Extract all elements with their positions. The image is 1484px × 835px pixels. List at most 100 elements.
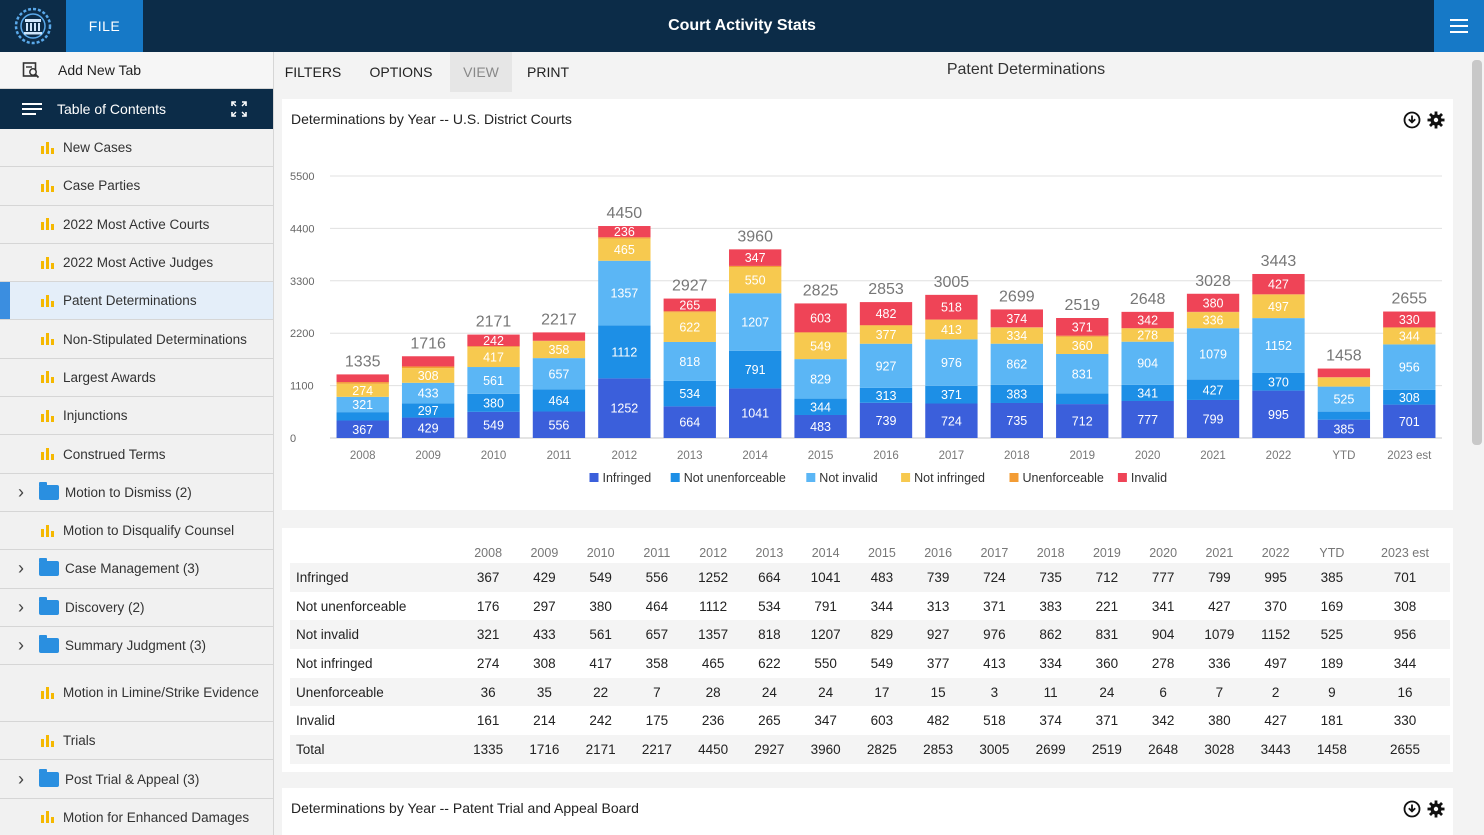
expand-icon[interactable] — [231, 101, 247, 117]
table-cell: 417 — [589, 655, 612, 671]
sidebar-item-label: 2022 Most Active Judges — [63, 255, 214, 271]
total-label: 2519 — [1064, 297, 1100, 314]
total-label: 2655 — [1391, 291, 1427, 308]
sidebar-item[interactable]: › Case Management (3) — [0, 550, 273, 589]
bar-chart-icon — [41, 294, 54, 307]
table-cell: 308 — [533, 655, 556, 671]
sidebar-item[interactable]: Case Parties — [0, 167, 273, 206]
page-title: Patent Determinations — [946, 61, 1106, 78]
bar-segment — [1056, 393, 1109, 405]
y-tick-label: 2200 — [290, 328, 314, 340]
sidebar-item[interactable]: Non-Stipulated Determinations — [0, 320, 273, 359]
table-cell: 2927 — [741, 735, 798, 764]
table-cell: 1041 — [797, 563, 854, 592]
table-cell: 371 — [1095, 713, 1119, 729]
data-label: 549 — [483, 418, 504, 432]
total-label: 1335 — [345, 353, 381, 370]
table-cell: 24 — [741, 677, 798, 707]
total-label: 3443 — [1261, 253, 1297, 270]
column-header: 2009 — [530, 546, 559, 560]
bar-chart-icon — [41, 687, 54, 700]
data-label: 358 — [549, 343, 570, 357]
bar-chart-icon — [41, 448, 54, 461]
sidebar-item[interactable]: Patent Determinations — [0, 282, 273, 321]
table-cell: 622 — [758, 655, 781, 671]
table-cell: 15 — [910, 677, 967, 707]
hamburger-menu-button[interactable] — [1434, 0, 1484, 52]
data-label: 265 — [679, 298, 700, 312]
scrollbar[interactable] — [1472, 60, 1482, 445]
app-logo-icon[interactable] — [0, 0, 66, 52]
table-cell: 330 — [1393, 713, 1417, 729]
file-menu-button[interactable]: FILE — [66, 0, 143, 52]
add-new-tab-button[interactable]: Add New Tab — [0, 52, 273, 89]
column-header: 2017 — [980, 546, 1009, 560]
toc-label: Table of Contents — [57, 101, 166, 117]
table-cell: 1079 — [1191, 620, 1248, 650]
sidebar-item[interactable]: Motion to Disqualify Counsel — [0, 512, 273, 551]
x-tick-label: 2020 — [1135, 450, 1161, 462]
table-cell: 518 — [983, 713, 1006, 729]
sidebar-item[interactable]: Motion for Enhanced Damages — [0, 799, 273, 835]
table-cell: 927 — [910, 620, 967, 650]
column-header: 2012 — [699, 546, 728, 560]
view-button[interactable]: VIEW — [450, 52, 512, 92]
data-label: 342 — [1137, 314, 1158, 328]
y-tick-label: 5500 — [290, 171, 314, 183]
sidebar-item[interactable]: 2022 Most Active Judges — [0, 244, 273, 283]
table-cell: 2217 — [628, 735, 685, 764]
legend-entry: Not invalid — [819, 471, 877, 485]
options-button[interactable]: OPTIONS — [360, 52, 442, 92]
table-cell: 483 — [853, 563, 910, 592]
sidebar-item[interactable]: Injunctions — [0, 397, 273, 436]
total-label: 2699 — [999, 288, 1035, 305]
sidebar-item[interactable]: Largest Awards — [0, 359, 273, 398]
table-cell: 2 — [1247, 677, 1304, 707]
chevron-right-icon[interactable]: › — [18, 558, 30, 579]
table-cell: 1112 — [699, 598, 728, 614]
chevron-right-icon[interactable]: › — [18, 635, 30, 656]
data-label: 550 — [745, 274, 766, 288]
data-label: 831 — [1072, 367, 1093, 381]
total-label: 2648 — [1130, 291, 1166, 308]
bar-segment — [859, 325, 913, 326]
column-header: 2020 — [1149, 546, 1178, 560]
print-button[interactable]: PRINT — [518, 52, 578, 92]
data-label: 556 — [549, 418, 570, 432]
bar-chart-icon — [41, 256, 54, 269]
sidebar-item[interactable]: › Summary Judgment (3) — [0, 627, 273, 666]
filters-button[interactable]: FILTERS — [274, 52, 352, 92]
table-cell: 976 — [966, 620, 1023, 650]
sidebar-item[interactable]: › Discovery (2) — [0, 589, 273, 627]
chevron-right-icon[interactable]: › — [18, 482, 30, 503]
sidebar-item[interactable]: Motion in Limine/Strike Evidence — [0, 665, 273, 723]
table-cell: 1252 — [685, 563, 742, 592]
data-label: 429 — [418, 421, 439, 435]
legend-entry: Unenforceable — [1023, 471, 1104, 485]
table-of-contents-header[interactable]: Table of Contents — [0, 89, 273, 129]
table-cell: 342 — [1151, 713, 1175, 729]
download-icon[interactable] — [1403, 800, 1421, 818]
chevron-right-icon[interactable]: › — [18, 597, 30, 618]
table-cell: 2648 — [1135, 735, 1192, 764]
sidebar-item[interactable]: Construed Terms — [0, 435, 273, 474]
data-table-card: 2008 2009 2010 2011 2012 2013 2014 2015 2016 2017… — [282, 528, 1453, 772]
gear-icon[interactable] — [1427, 800, 1445, 818]
table-cell: 7 — [1191, 677, 1248, 707]
bar-segment — [532, 332, 586, 341]
bar-segment — [336, 412, 389, 421]
sidebar-item[interactable]: New Cases — [0, 129, 273, 168]
sidebar-item[interactable]: Trials — [0, 722, 273, 761]
add-tab-label: Add New Tab — [58, 62, 142, 78]
sidebar-item[interactable]: 2022 Most Active Courts — [0, 206, 273, 244]
table-corner — [290, 543, 460, 563]
sidebar-item-label: Case Parties — [63, 178, 141, 194]
chevron-right-icon[interactable]: › — [18, 769, 30, 790]
table-cell: 603 — [870, 713, 894, 729]
bar-segment — [336, 374, 389, 383]
data-label: 497 — [1268, 300, 1289, 314]
sidebar-item[interactable]: › Motion to Dismiss (2) — [0, 474, 273, 512]
sidebar-item[interactable]: › Post Trial & Appeal (3) — [0, 760, 273, 799]
legend-swatch — [670, 473, 680, 482]
table-cell: 344 — [870, 598, 894, 614]
